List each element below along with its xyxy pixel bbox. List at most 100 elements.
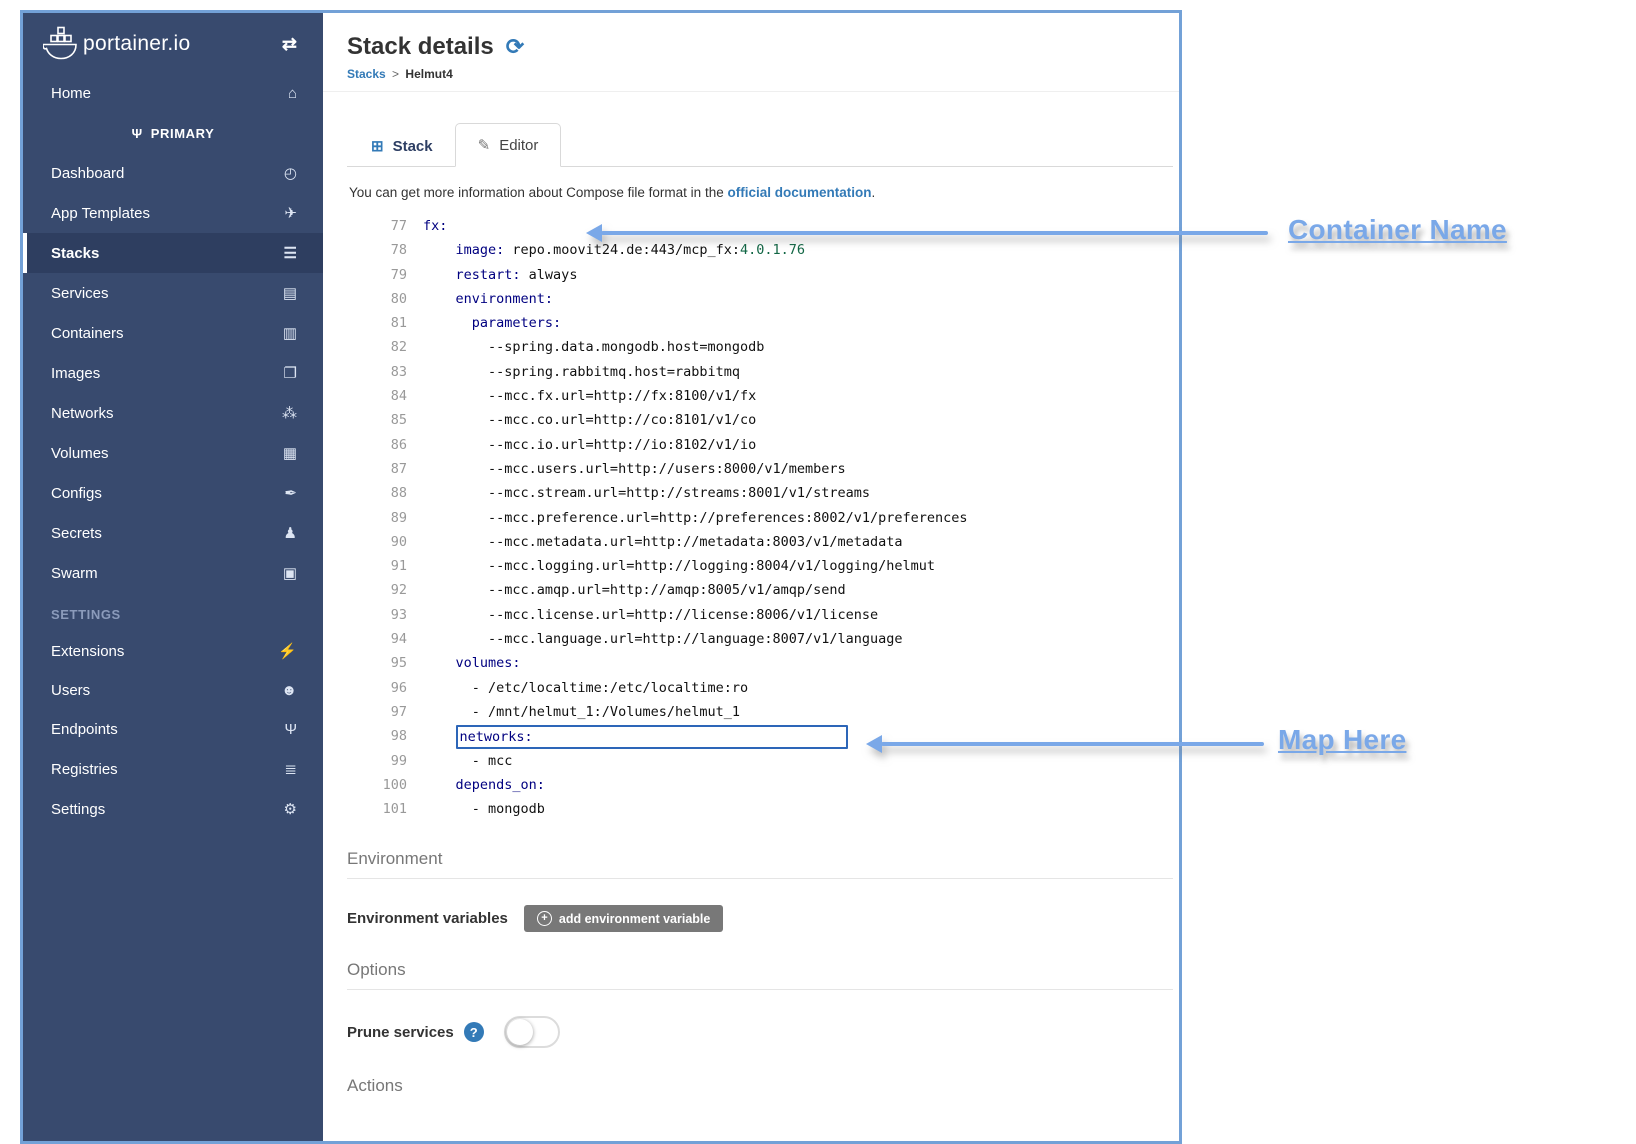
line-number: 78	[347, 238, 423, 262]
tab-editor-label: Editor	[499, 137, 538, 154]
toggle-knob	[507, 1019, 533, 1045]
environment-section-heading: Environment	[347, 849, 1173, 879]
code-line-88[interactable]: 88 --mcc.stream.url=http://streams:8001/…	[347, 481, 1173, 505]
actions-section-heading: Actions	[347, 1076, 1173, 1105]
code-line-96[interactable]: 96 - /etc/localtime:/etc/localtime:ro	[347, 676, 1173, 700]
line-number: 100	[347, 773, 423, 797]
sidebar-item-settings[interactable]: Settings⚙	[23, 789, 323, 829]
add-environment-variable-button[interactable]: + add environment variable	[524, 905, 723, 932]
code-line-94[interactable]: 94 --mcc.language.url=http://language:80…	[347, 627, 1173, 651]
line-number: 79	[347, 263, 423, 287]
breadcrumb-current: Helmut4	[405, 67, 452, 81]
sidebar-item-images[interactable]: Images❐	[23, 353, 323, 393]
sidebar-item-app-templates[interactable]: App Templates✈	[23, 193, 323, 233]
line-number: 96	[347, 676, 423, 700]
title-row: Stack details ⟳	[347, 33, 1155, 61]
dashboard-gauge-icon: ◴	[284, 164, 297, 182]
code-line-84[interactable]: 84 --mcc.fx.url=http://fx:8100/v1/fx	[347, 384, 1173, 408]
sidebar-item-dashboard[interactable]: Dashboard◴	[23, 153, 323, 193]
breadcrumb-stacks-link[interactable]: Stacks	[347, 67, 386, 81]
code-line-95[interactable]: 95 volumes:	[347, 651, 1173, 675]
annotation-map-here: Map Here	[1278, 724, 1406, 756]
line-number: 82	[347, 335, 423, 359]
code-line-87[interactable]: 87 --mcc.users.url=http://users:8000/v1/…	[347, 457, 1173, 481]
line-number: 99	[347, 749, 423, 773]
line-number: 81	[347, 311, 423, 335]
tab-stack[interactable]: ⊞ Stack	[349, 125, 455, 167]
code-line-79[interactable]: 79 restart: always	[347, 263, 1173, 287]
sidebar-item-secrets[interactable]: Secrets♟	[23, 513, 323, 553]
sidebar: portainer.io ⇄ Home⌂ΨPRIMARYDashboard◴Ap…	[23, 13, 323, 1141]
code-line-92[interactable]: 92 --mcc.amqp.url=http://amqp:8005/v1/am…	[347, 578, 1173, 602]
code-line-90[interactable]: 90 --mcc.metadata.url=http://metadata:80…	[347, 530, 1173, 554]
registries-database-icon: ≣	[284, 760, 297, 778]
swarm-object-group-icon: ▣	[283, 564, 297, 582]
code-line-80[interactable]: 80 environment:	[347, 287, 1173, 311]
main-panel: Stack details ⟳ Stacks > Helmut4 ⊞ Stack…	[323, 13, 1179, 1141]
code-line-91[interactable]: 91 --mcc.logging.url=http://logging:8004…	[347, 554, 1173, 578]
settings-gears-icon: ⚙	[284, 800, 297, 818]
line-number: 87	[347, 457, 423, 481]
line-number: 89	[347, 506, 423, 530]
refresh-icon[interactable]: ⟳	[506, 36, 524, 58]
stacks-list-icon: ☰	[284, 244, 297, 262]
sidebar-item-services[interactable]: Services▤	[23, 273, 323, 313]
sidebar-header: portainer.io ⇄	[23, 13, 323, 74]
code-line-99[interactable]: 99 - mcc	[347, 749, 1173, 773]
code-line-83[interactable]: 83 --spring.rabbitmq.host=rabbitmq	[347, 360, 1173, 384]
official-documentation-link[interactable]: official documentation	[727, 185, 871, 200]
sidebar-item-containers[interactable]: Containers▥	[23, 313, 323, 353]
plus-circle-icon: +	[537, 911, 552, 926]
page-header: Stack details ⟳ Stacks > Helmut4	[323, 13, 1179, 92]
line-number: 90	[347, 530, 423, 554]
configs-file-icon: ✒	[284, 484, 297, 502]
line-number: 94	[347, 627, 423, 651]
volumes-cubes-icon: ▦	[283, 444, 297, 462]
page-title: Stack details	[347, 33, 494, 61]
prune-services-toggle[interactable]	[504, 1016, 560, 1048]
line-number: 98	[347, 724, 423, 748]
sidebar-item-home[interactable]: Home⌂	[23, 74, 323, 113]
line-number: 93	[347, 603, 423, 627]
add-environment-variable-label: add environment variable	[559, 912, 710, 926]
code-line-89[interactable]: 89 --mcc.preference.url=http://preferenc…	[347, 506, 1173, 530]
sidebar-item-endpoints[interactable]: EndpointsΨ	[23, 710, 323, 749]
sidebar-item-users[interactable]: Users☻	[23, 671, 323, 710]
options-section-heading: Options	[347, 960, 1173, 990]
code-line-82[interactable]: 82 --spring.data.mongodb.host=mongodb	[347, 335, 1173, 359]
sidebar-item-swarm[interactable]: Swarm▣	[23, 553, 323, 593]
secrets-user-icon: ♟	[284, 524, 297, 542]
code-line-93[interactable]: 93 --mcc.license.url=http://license:8006…	[347, 603, 1173, 627]
line-number: 83	[347, 360, 423, 384]
code-line-78[interactable]: 78 image: repo.moovit24.de:443/mcp_fx:4.…	[347, 238, 1173, 262]
environment-variables-label: Environment variables	[347, 910, 508, 927]
code-line-101[interactable]: 101 - mongodb	[347, 797, 1173, 821]
sidebar-collapse-icon[interactable]: ⇄	[282, 34, 297, 55]
code-line-100[interactable]: 100 depends_on:	[347, 773, 1173, 797]
code-line-85[interactable]: 85 --mcc.co.url=http://co:8101/v1/co	[347, 408, 1173, 432]
brand-name[interactable]: portainer.io	[83, 32, 191, 56]
endpoints-plug-icon: Ψ	[284, 721, 297, 738]
compose-editor[interactable]: 77fx:78 image: repo.moovit24.de:443/mcp_…	[347, 214, 1173, 821]
sidebar-item-volumes[interactable]: Volumes▦	[23, 433, 323, 473]
sidebar-item-extensions[interactable]: Extensions⚡	[23, 631, 323, 671]
breadcrumb-separator: >	[392, 67, 399, 81]
code-line-81[interactable]: 81 parameters:	[347, 311, 1173, 335]
portainer-logo-icon[interactable]	[43, 26, 79, 62]
line-number: 85	[347, 408, 423, 432]
sidebar-item-stacks[interactable]: Stacks☰	[23, 233, 323, 273]
sidebar-item-networks[interactable]: Networks⁂	[23, 393, 323, 433]
prune-help-icon[interactable]: ?	[464, 1022, 484, 1042]
code-line-86[interactable]: 86 --mcc.io.url=http://io:8102/v1/io	[347, 433, 1173, 457]
sidebar-item-configs[interactable]: Configs✒	[23, 473, 323, 513]
sidebar-endpoint-header: ΨPRIMARY	[23, 113, 323, 153]
environment-variables-row: Environment variables + add environment …	[347, 905, 1173, 932]
pencil-icon: ✎	[478, 136, 491, 154]
code-line-97[interactable]: 97 - /mnt/helmut_1:/Volumes/helmut_1	[347, 700, 1173, 724]
networks-sitemap-icon: ⁂	[282, 404, 297, 422]
tab-editor[interactable]: ✎ Editor	[455, 123, 562, 167]
portainer-app-window: portainer.io ⇄ Home⌂ΨPRIMARYDashboard◴Ap…	[20, 10, 1182, 1144]
breadcrumb: Stacks > Helmut4	[347, 67, 1155, 81]
tab-stack-label: Stack	[393, 138, 433, 155]
sidebar-item-registries[interactable]: Registries≣	[23, 749, 323, 789]
